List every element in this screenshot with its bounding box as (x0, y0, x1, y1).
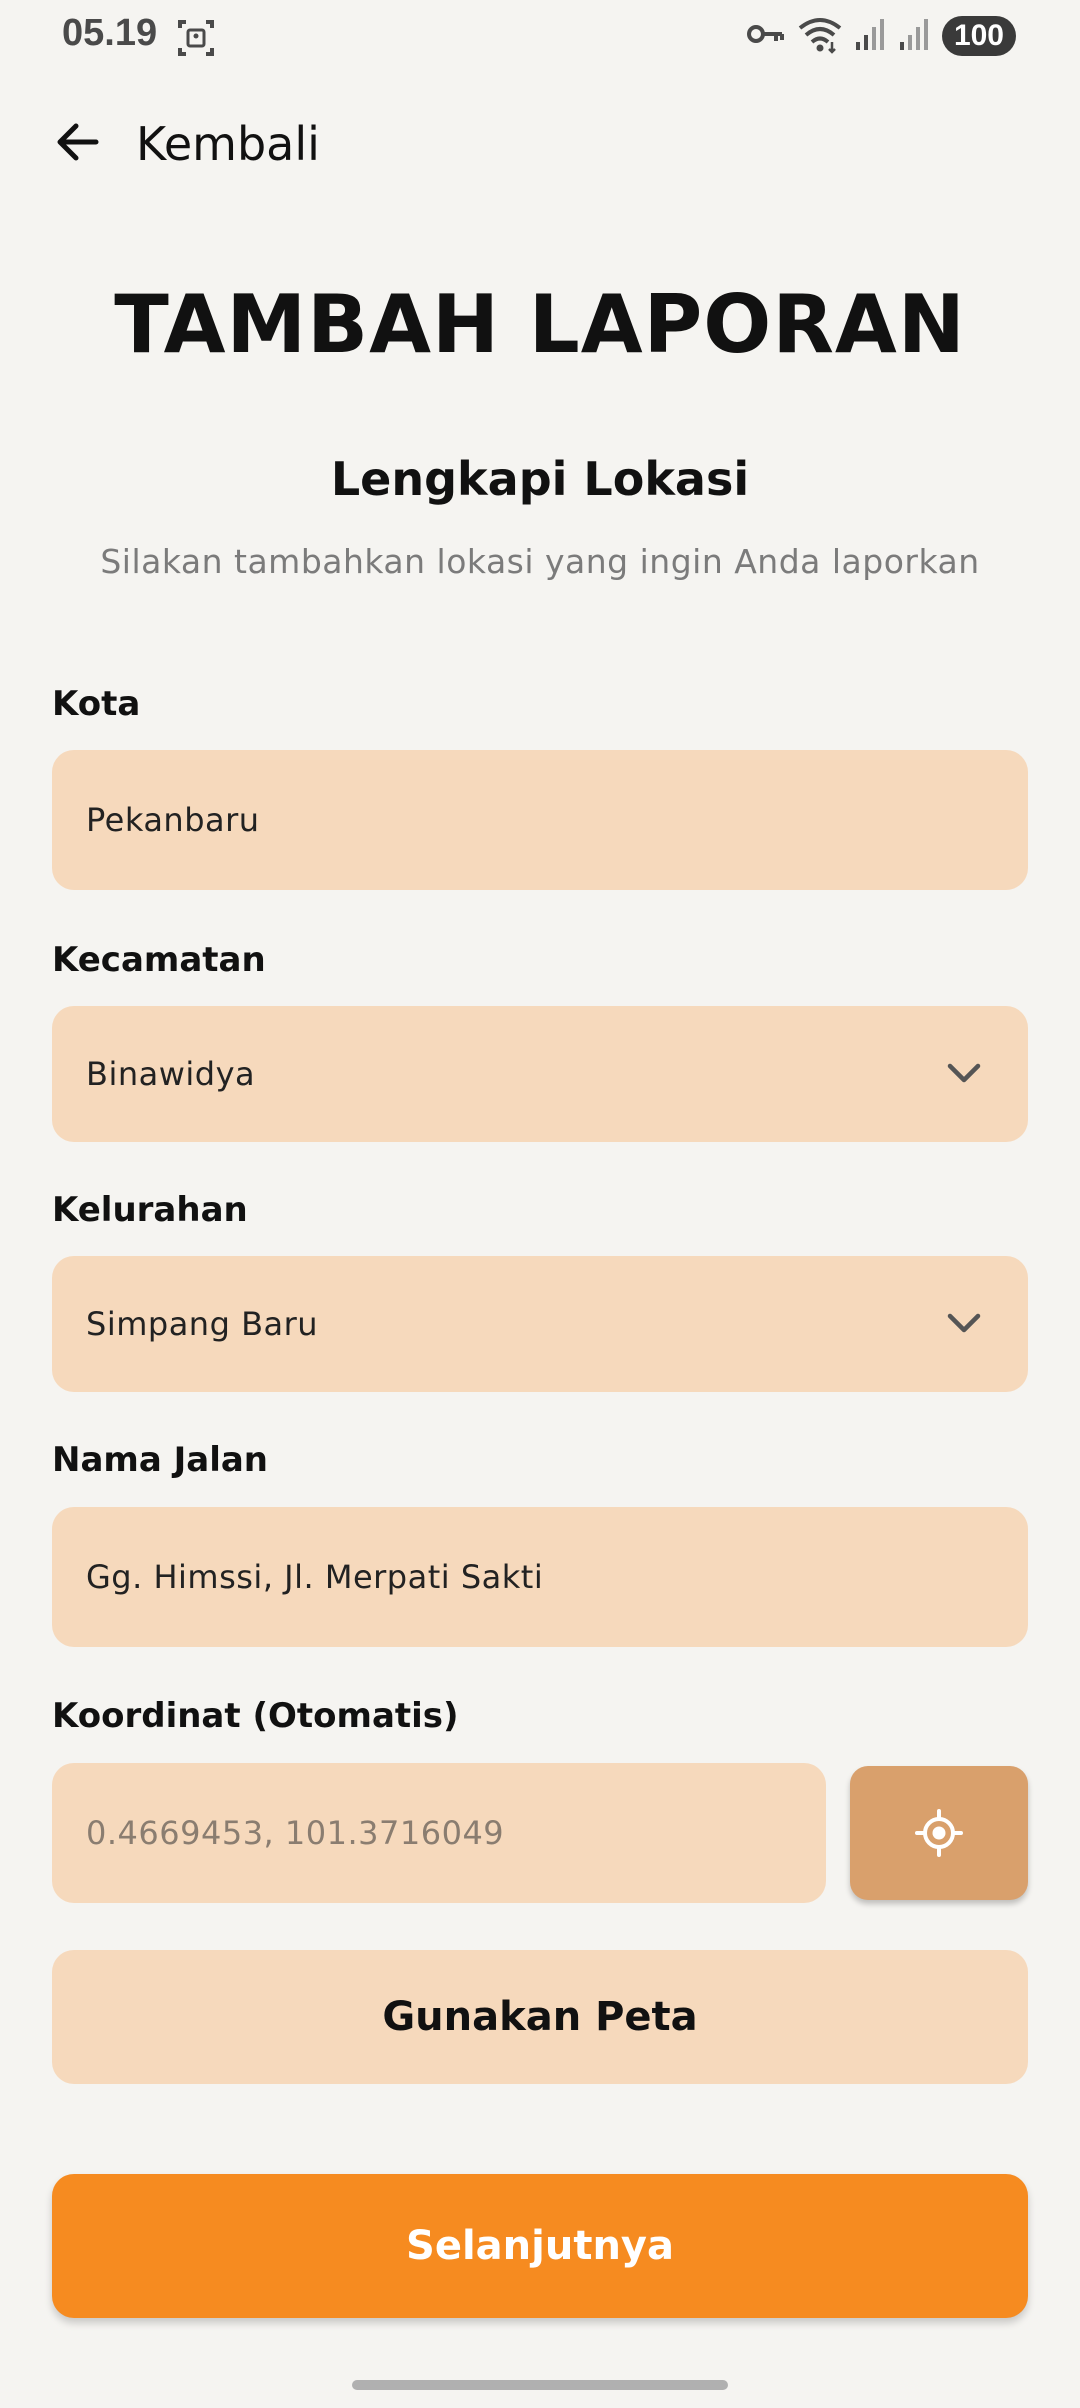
kelurahan-label: Kelurahan (52, 1190, 248, 1230)
kecamatan-label: Kecamatan (52, 940, 266, 980)
nama-jalan-label: Nama Jalan (52, 1440, 269, 1480)
kelurahan-value: Simpang Baru (86, 1305, 319, 1343)
kota-label: Kota (52, 684, 141, 724)
vpn-key-icon (746, 19, 786, 53)
arrow-left-icon (50, 114, 106, 174)
koordinat-label: Koordinat (Otomatis) (52, 1696, 459, 1736)
koordinat-value: 0.4669453, 101.3716049 (86, 1814, 505, 1852)
nama-jalan-value: Gg. Himssi, Jl. Merpati Sakti (86, 1558, 544, 1596)
signal-icon (898, 16, 932, 56)
kelurahan-dropdown[interactable]: Simpang Baru (52, 1256, 1028, 1392)
status-time: 05.19 (62, 12, 158, 54)
status-bar: 05.19 100 (0, 0, 1080, 72)
status-icons: 100 (746, 14, 1016, 58)
back-label: Kembali (136, 117, 320, 171)
back-button[interactable]: Kembali (50, 108, 320, 180)
chevron-down-icon (947, 1063, 981, 1083)
kota-field[interactable]: Pekanbaru (52, 750, 1028, 890)
gps-fixed-icon (915, 1809, 963, 1857)
locate-button[interactable] (850, 1766, 1028, 1900)
wifi-icon (796, 14, 844, 58)
signal-icon (854, 16, 888, 56)
section-title: Lengkapi Lokasi (330, 452, 750, 506)
screenshot-icon (176, 18, 216, 62)
section-subtitle: Silakan tambahkan lokasi yang ingin Anda… (100, 542, 980, 581)
chevron-down-icon (947, 1313, 981, 1333)
kecamatan-dropdown[interactable]: Binawidya (52, 1006, 1028, 1142)
page-title: TAMBAH LAPORAN (114, 278, 966, 371)
home-indicator[interactable] (352, 2380, 728, 2390)
battery-indicator: 100 (941, 16, 1016, 56)
nama-jalan-field[interactable]: Gg. Himssi, Jl. Merpati Sakti (52, 1507, 1028, 1647)
next-button[interactable]: Selanjutnya (52, 2174, 1028, 2318)
use-map-button[interactable]: Gunakan Peta (52, 1950, 1028, 2084)
kecamatan-value: Binawidya (86, 1055, 256, 1093)
kota-value: Pekanbaru (86, 801, 260, 839)
koordinat-field[interactable]: 0.4669453, 101.3716049 (52, 1763, 826, 1903)
